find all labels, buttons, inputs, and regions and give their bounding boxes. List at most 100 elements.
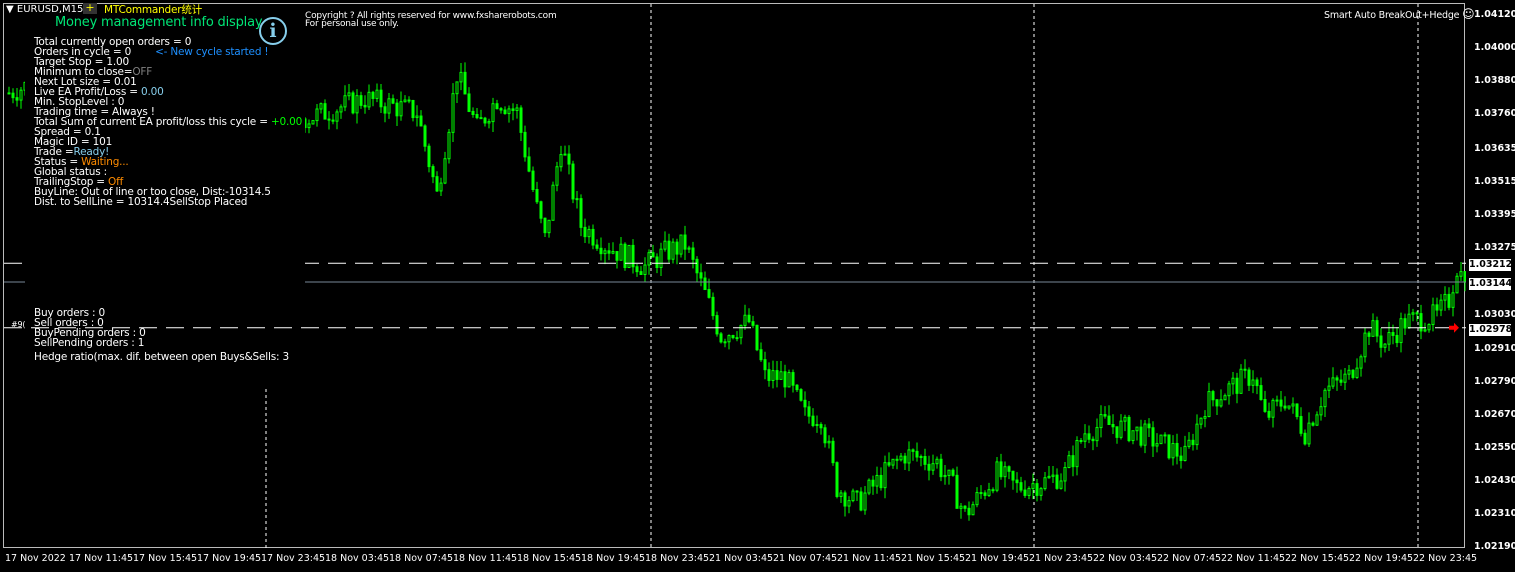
candle-body: [751, 321, 755, 326]
candle-body: [607, 250, 611, 254]
candle-body: [923, 456, 927, 465]
candle-body: [587, 228, 591, 238]
candle-body: [903, 455, 907, 464]
candle-body: [1263, 399, 1267, 412]
symbol-tab[interactable]: ▼ EURUSD,M15: [6, 4, 83, 15]
candle-body: [467, 93, 471, 112]
candle-body: [1275, 399, 1279, 402]
candle-body: [503, 109, 507, 115]
candle-body: [1343, 373, 1347, 383]
candle-body: [1127, 416, 1131, 442]
candle-body: [791, 372, 795, 386]
candle-body: [363, 104, 367, 108]
candle-body: [359, 95, 363, 106]
candle-body: [979, 492, 983, 495]
candle-body: [391, 98, 395, 104]
time-tick-label: 22 Nov 19:45: [1349, 553, 1414, 564]
candle-body: [943, 474, 947, 478]
candle-body: [1411, 312, 1415, 315]
info-line-value: 0.00: [140, 86, 164, 98]
candle-body: [567, 153, 571, 165]
info-line-label: Dist. to SellLine = 10314.4SellStop Plac…: [34, 196, 248, 208]
info-icon[interactable]: i: [259, 17, 287, 45]
candle-body: [515, 107, 519, 111]
candle-body: [719, 333, 723, 343]
candle-body: [987, 489, 991, 496]
candle-body: [1015, 479, 1019, 484]
candle-body: [551, 184, 555, 221]
candle-body: [911, 449, 915, 452]
candle-body: [647, 252, 651, 266]
candle-body: [739, 324, 743, 339]
candle-body: [1095, 427, 1099, 442]
candle-body: [667, 240, 671, 260]
smiley-icon: ☺: [1462, 7, 1475, 21]
candle-body: [1151, 427, 1155, 447]
candle-body: [447, 131, 451, 160]
candle-body: [931, 463, 935, 471]
candle-body: [1335, 377, 1339, 381]
dropdown-arrow-icon: ▼: [6, 4, 14, 15]
candle-body: [575, 198, 579, 201]
candle-body: [419, 115, 423, 127]
sell-stop-arrow-icon: [1449, 322, 1459, 333]
candle-body: [1283, 405, 1287, 409]
candle-body: [459, 71, 463, 83]
candle-body: [735, 337, 739, 340]
candle-body: [1423, 329, 1427, 332]
candle-body: [679, 234, 683, 255]
candle-body: [539, 201, 543, 219]
add-button[interactable]: +: [83, 2, 97, 14]
candle-body: [523, 131, 527, 158]
candle-body: [1459, 271, 1463, 277]
candle-body: [423, 125, 427, 147]
price-tick-label: 1.04120: [1474, 9, 1515, 20]
candle-body: [707, 289, 711, 298]
candle-body: [723, 341, 727, 344]
candle-body: [1331, 377, 1335, 387]
time-tick-label: 21 Nov 15:45: [901, 553, 966, 564]
candle-body: [1359, 356, 1363, 369]
candle-body: [867, 479, 871, 494]
candle-body: [1223, 395, 1227, 401]
candle-body: [559, 154, 563, 168]
candle-body: [1019, 482, 1023, 491]
candle-body: [491, 103, 495, 123]
candle-body: [983, 492, 987, 496]
candle-body: [975, 492, 979, 506]
candle-body: [1099, 414, 1103, 429]
candle-body: [427, 145, 431, 168]
candle-body: [779, 371, 783, 380]
candle-body: [939, 458, 943, 478]
candle-body: [771, 370, 775, 381]
candle-body: [919, 456, 923, 459]
candle-body: [915, 450, 919, 458]
candle-body: [1071, 455, 1075, 468]
candle-body: [1163, 434, 1167, 437]
candle-body: [795, 384, 799, 391]
candle-body: [1267, 410, 1271, 418]
candle-body: [603, 250, 607, 255]
candle-body: [747, 314, 751, 323]
candle-body: [991, 489, 995, 492]
price-tick-label: 1.02430: [1474, 474, 1515, 486]
candle-body: [1427, 324, 1431, 331]
candle-body: [1215, 399, 1219, 407]
candle-body: [483, 117, 487, 124]
candle-body: [687, 247, 691, 250]
candle-body: [639, 271, 643, 275]
candle-body: [543, 217, 547, 234]
info-line: Dist. to SellLine = 10314.4SellStop Plac…: [34, 196, 248, 208]
candle-body: [807, 406, 811, 417]
time-tick-label: 17 Nov 19:45: [197, 553, 262, 564]
candle-body: [1007, 466, 1011, 472]
candle-body: [851, 490, 855, 502]
candle-body: [935, 458, 939, 465]
time-tick-label: 22 Nov 23:45: [1413, 553, 1478, 564]
time-tick-label: 18 Nov 15:45: [517, 553, 582, 564]
candle-body: [1415, 312, 1419, 315]
candle-body: [1371, 320, 1375, 337]
candle-body: [775, 370, 779, 380]
price-tick-label: 1.02670: [1474, 408, 1515, 420]
candle-body: [595, 244, 599, 249]
